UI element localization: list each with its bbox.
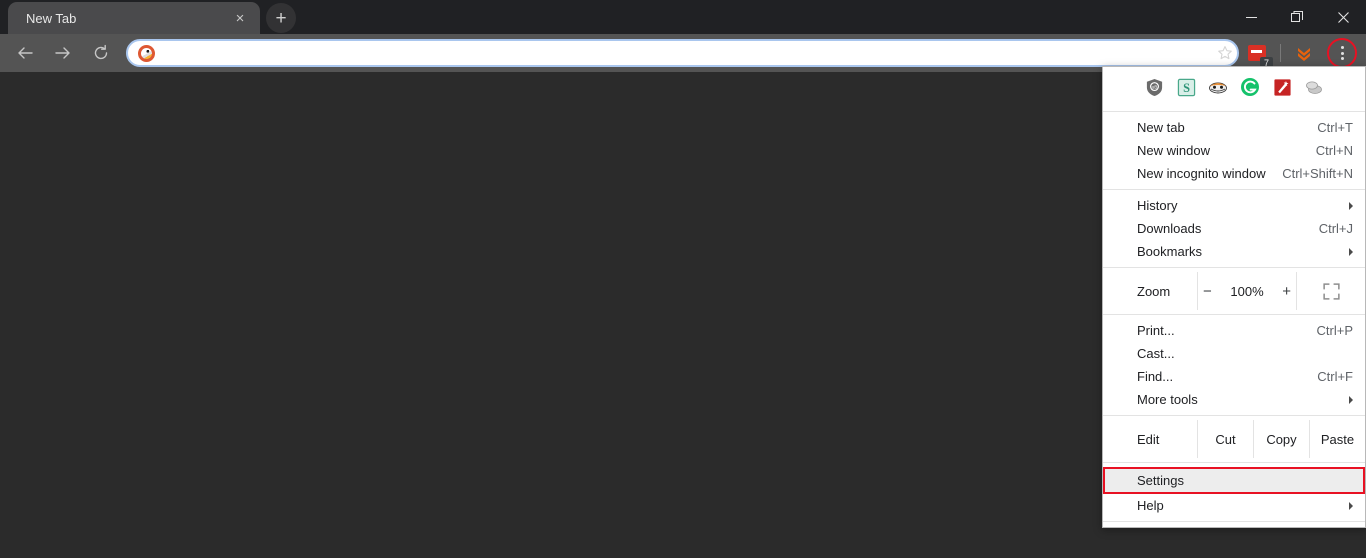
duckduckgo-icon [138,44,155,62]
maximize-button[interactable] [1274,0,1320,34]
address-bar[interactable] [126,39,1239,67]
chevron-right-icon [1349,395,1353,404]
menu-item-label: Settings [1137,473,1184,488]
cut-button[interactable]: Cut [1197,420,1253,458]
menu-dot [1340,57,1344,60]
menu-item-new-tab[interactable]: New tab Ctrl+T [1103,116,1365,139]
menu-item-accelerator: Ctrl+T [1317,120,1353,135]
menu-item-label: Bookmarks [1137,244,1203,259]
menu-divider [1103,415,1365,416]
new-tab-button[interactable]: + [266,3,296,33]
zoom-in-button[interactable]: + [1280,283,1294,300]
menu-item-accelerator: Ctrl+N [1315,143,1353,158]
chrome-main-menu: uB S New tab Ctrl+T New window Ctrl+N Ne… [1102,66,1366,528]
menu-item-label: History [1137,198,1178,213]
lastpass-icon[interactable] [1289,38,1319,68]
toolbar-divider [1280,44,1281,62]
window-controls [1228,0,1366,34]
red-wand-icon[interactable] [1271,76,1293,98]
address-bar-wrapper [126,39,1239,67]
menu-item-accelerator: Ctrl+P [1316,323,1353,338]
menu-item-label: Print... [1137,323,1175,338]
menu-dot [1340,51,1344,55]
zoom-out-button[interactable]: − [1200,283,1214,300]
menu-divider [1103,462,1365,463]
menu-extension-icon-row: uB S [1103,67,1365,107]
menu-divider [1103,267,1365,268]
close-button[interactable] [1320,0,1366,34]
menu-item-accelerator: Ctrl+Shift+N [1282,166,1353,181]
menu-item-label: Find... [1137,369,1174,384]
menu-item-accelerator: Ctrl+J [1318,221,1353,236]
menu-item-label: New incognito window [1137,166,1266,181]
tab-strip: New Tab × + [0,0,1366,34]
copy-button[interactable]: Copy [1253,420,1309,458]
menu-item-accelerator: Ctrl+F [1317,369,1353,384]
menu-item-find[interactable]: Find... Ctrl+F [1103,365,1365,388]
grammarly-s-icon[interactable]: S [1175,76,1197,98]
menu-item-history[interactable]: History [1103,194,1365,217]
three-dot-menu-icon[interactable] [1327,38,1357,68]
fullscreen-icon[interactable] [1297,272,1365,310]
ublock-origin-icon[interactable]: uB [1143,76,1165,98]
menu-item-help[interactable]: Help [1103,494,1365,517]
menu-item-new-window[interactable]: New window Ctrl+N [1103,139,1365,162]
menu-divider [1103,521,1365,522]
zoom-label: Zoom [1137,283,1171,299]
menu-item-label: Help [1137,498,1164,513]
grammarly-g-icon[interactable] [1239,76,1261,98]
zoom-level-value: 100% [1230,283,1264,299]
paste-button[interactable]: Paste [1309,420,1365,458]
minimize-button[interactable] [1228,0,1274,34]
menu-item-downloads[interactable]: Downloads Ctrl+J [1103,217,1365,240]
edit-label: Edit [1137,431,1160,447]
tab-new-tab[interactable]: New Tab × [8,2,260,34]
menu-item-label: More tools [1137,392,1198,407]
star-icon[interactable] [1211,39,1239,67]
extension-badge-button[interactable]: 7 [1242,38,1273,70]
menu-item-label: New tab [1137,120,1185,135]
menu-item-label: New window [1137,143,1210,158]
chevron-right-icon [1349,247,1353,256]
disabled-extension-icon[interactable] [1303,76,1325,98]
menu-item-label: Cast... [1137,346,1175,361]
back-arrow-icon[interactable] [10,38,40,68]
svg-text:uB: uB [1151,84,1157,90]
menu-item-print[interactable]: Print... Ctrl+P [1103,319,1365,342]
chevron-right-icon [1349,501,1353,510]
menu-item-exit[interactable]: Exit [1103,526,1365,527]
menu-item-settings[interactable]: Settings [1103,467,1365,494]
menu-edit-row: Edit Cut Copy Paste [1103,420,1365,458]
tab-close-icon[interactable]: × [230,8,250,28]
menu-divider [1103,314,1365,315]
menu-divider [1103,189,1365,190]
chevron-right-icon [1349,201,1353,210]
menu-zoom-row: Zoom − 100% + [1103,272,1365,310]
menu-item-more-tools[interactable]: More tools [1103,388,1365,411]
zoom-controls: − 100% + [1197,272,1297,310]
honey-badger-icon[interactable] [1207,76,1229,98]
tab-title: New Tab [26,10,77,26]
menu-dot [1340,46,1344,49]
menu-item-bookmarks[interactable]: Bookmarks [1103,240,1365,263]
menu-item-cast[interactable]: Cast... [1103,342,1365,365]
forward-arrow-icon[interactable] [48,38,78,68]
menu-divider [1103,111,1365,112]
svg-text:S: S [1183,80,1190,94]
menu-item-new-incognito-window[interactable]: New incognito window Ctrl+Shift+N [1103,162,1365,185]
tab-strip-drag-area [296,0,1228,34]
menu-item-label: Downloads [1137,221,1202,236]
reload-icon[interactable] [86,38,116,68]
